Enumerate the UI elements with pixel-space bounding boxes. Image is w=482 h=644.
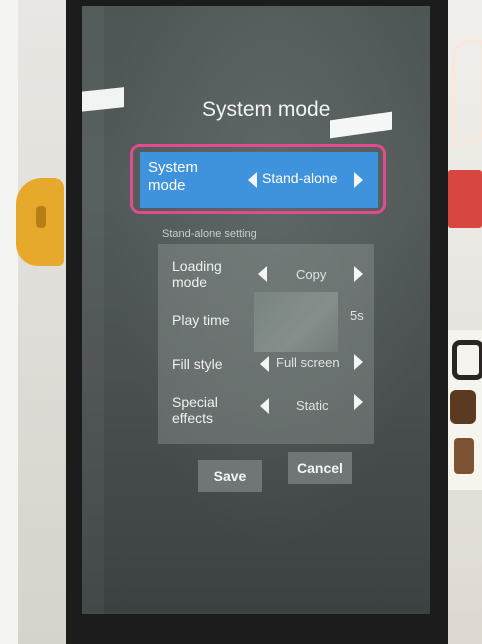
section-header: Stand-alone setting [162,228,257,240]
triangle-left-icon[interactable] [260,398,269,414]
setting-value: Copy [296,267,327,282]
page-title: System mode [202,98,331,121]
system-mode-row[interactable]: System mode Stand-alone [140,152,378,208]
kiosk-screen: System mode System mode Stand-alone Stan… [82,6,430,614]
ceiling-light-reflection [82,87,124,113]
neon-sign [452,40,482,146]
triangle-left-icon[interactable] [260,356,269,372]
photo-backdrop: System mode System mode Stand-alone Stan… [0,0,482,644]
yellow-object-notch [36,206,46,228]
poster-shape [454,438,474,474]
cancel-button[interactable]: Cancel [288,452,352,484]
setting-value: Full screen [276,355,340,370]
setting-value: Static [296,398,329,413]
save-button[interactable]: Save [198,460,262,492]
red-box [448,170,482,228]
poster [446,330,482,490]
system-mode-value: Stand-alone [262,170,338,186]
triangle-left-icon[interactable] [248,172,257,188]
setting-label: Loading mode [172,258,222,290]
triangle-right-icon[interactable] [354,354,363,370]
setting-row-special-effects[interactable]: Special effects Static [158,390,374,430]
poster-shape [450,390,476,424]
setting-row-loading-mode[interactable]: Loading mode Copy [158,254,374,294]
left-wall [18,0,68,644]
setting-value: 5s [350,308,364,323]
poster-shape [452,340,482,380]
triangle-right-icon[interactable] [354,172,363,188]
setting-row-play-time[interactable]: Play time 5s [158,302,374,342]
setting-label: Play time [172,312,230,328]
triangle-right-icon[interactable] [354,266,363,282]
system-mode-label: System mode [148,159,199,194]
standalone-settings-panel: Loading mode Copy Play time 5s Fill styl… [158,244,374,444]
setting-label: Fill style [172,356,223,372]
triangle-left-icon[interactable] [258,266,267,282]
setting-row-fill-style[interactable]: Fill style Full screen [158,348,374,388]
triangle-right-icon[interactable] [354,394,363,410]
setting-label: Special effects [172,394,218,426]
